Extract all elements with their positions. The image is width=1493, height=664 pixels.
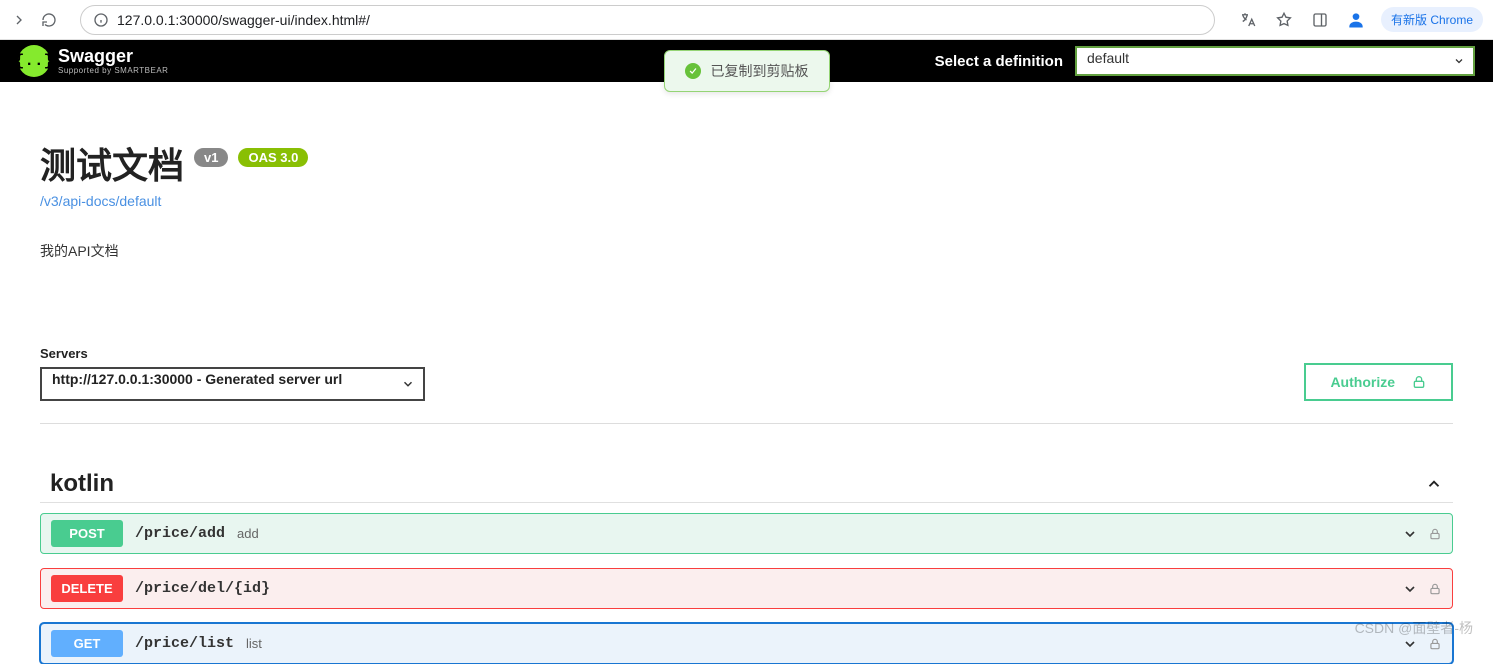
lock-icon[interactable] xyxy=(1428,581,1442,597)
operation-path: /price/add xyxy=(135,525,225,542)
operation-summary: add xyxy=(237,526,259,541)
api-info: 测试文档 v1 OAS 3.0 /v3/api-docs/default 我的A… xyxy=(40,137,1453,261)
lock-icon xyxy=(1411,373,1427,391)
operation-price-del[interactable]: DELETE /price/del/{id} xyxy=(40,568,1453,609)
definition-select[interactable]: default xyxy=(1075,46,1475,76)
operation-price-list[interactable]: GET /price/list list xyxy=(40,623,1453,664)
copy-toast: 已复制到剪贴板 xyxy=(664,50,830,92)
authorize-button[interactable]: Authorize xyxy=(1304,363,1453,401)
url-input[interactable] xyxy=(117,12,1202,28)
swagger-logo-icon: {..} xyxy=(18,45,50,77)
operation-price-add[interactable]: POST /price/add add xyxy=(40,513,1453,554)
browser-toolbar: 有新版 Chrome xyxy=(0,0,1493,40)
method-badge-post: POST xyxy=(51,520,123,547)
forward-button[interactable] xyxy=(10,11,28,29)
operation-path: /price/del/{id} xyxy=(135,580,270,597)
authorize-label: Authorize xyxy=(1330,374,1395,390)
lock-icon[interactable] xyxy=(1428,526,1442,542)
panel-icon[interactable] xyxy=(1309,9,1331,31)
chrome-update-badge[interactable]: 有新版 Chrome xyxy=(1381,7,1483,32)
logo-title: Swagger xyxy=(58,47,168,66)
check-icon xyxy=(685,63,701,79)
star-icon[interactable] xyxy=(1273,9,1295,31)
watermark: CSDN @面壁者-杨 xyxy=(1355,618,1473,638)
server-select[interactable]: http://127.0.0.1:30000 - Generated serve… xyxy=(40,367,425,401)
tag-name: kotlin xyxy=(50,470,114,498)
translate-icon[interactable] xyxy=(1237,9,1259,31)
site-info-icon[interactable] xyxy=(93,12,109,28)
address-bar[interactable] xyxy=(80,5,1215,35)
logo-subtitle: Supported by SMARTBEAR xyxy=(58,66,168,75)
method-badge-delete: DELETE xyxy=(51,575,123,602)
toast-text: 已复制到剪贴板 xyxy=(711,61,809,81)
chevron-up-icon xyxy=(1425,475,1443,493)
version-badge: v1 xyxy=(194,148,228,167)
method-badge-get: GET xyxy=(51,630,123,657)
tag-kotlin[interactable]: kotlin xyxy=(40,464,1453,503)
chevron-down-icon xyxy=(1402,526,1418,542)
api-title: 测试文档 xyxy=(40,137,184,189)
operation-summary: list xyxy=(246,636,262,651)
api-description: 我的API文档 xyxy=(40,241,1453,261)
servers-label: Servers xyxy=(40,346,425,361)
reload-button[interactable] xyxy=(40,11,58,29)
chevron-down-icon xyxy=(401,377,415,391)
select-definition-label: Select a definition xyxy=(935,53,1063,70)
oas-badge: OAS 3.0 xyxy=(238,148,308,167)
api-docs-link[interactable]: /v3/api-docs/default xyxy=(40,193,161,209)
chevron-down-icon xyxy=(1402,581,1418,597)
profile-avatar[interactable] xyxy=(1345,9,1367,31)
operation-path: /price/list xyxy=(135,635,234,652)
swagger-logo[interactable]: {..} Swagger Supported by SMARTBEAR xyxy=(18,45,168,77)
